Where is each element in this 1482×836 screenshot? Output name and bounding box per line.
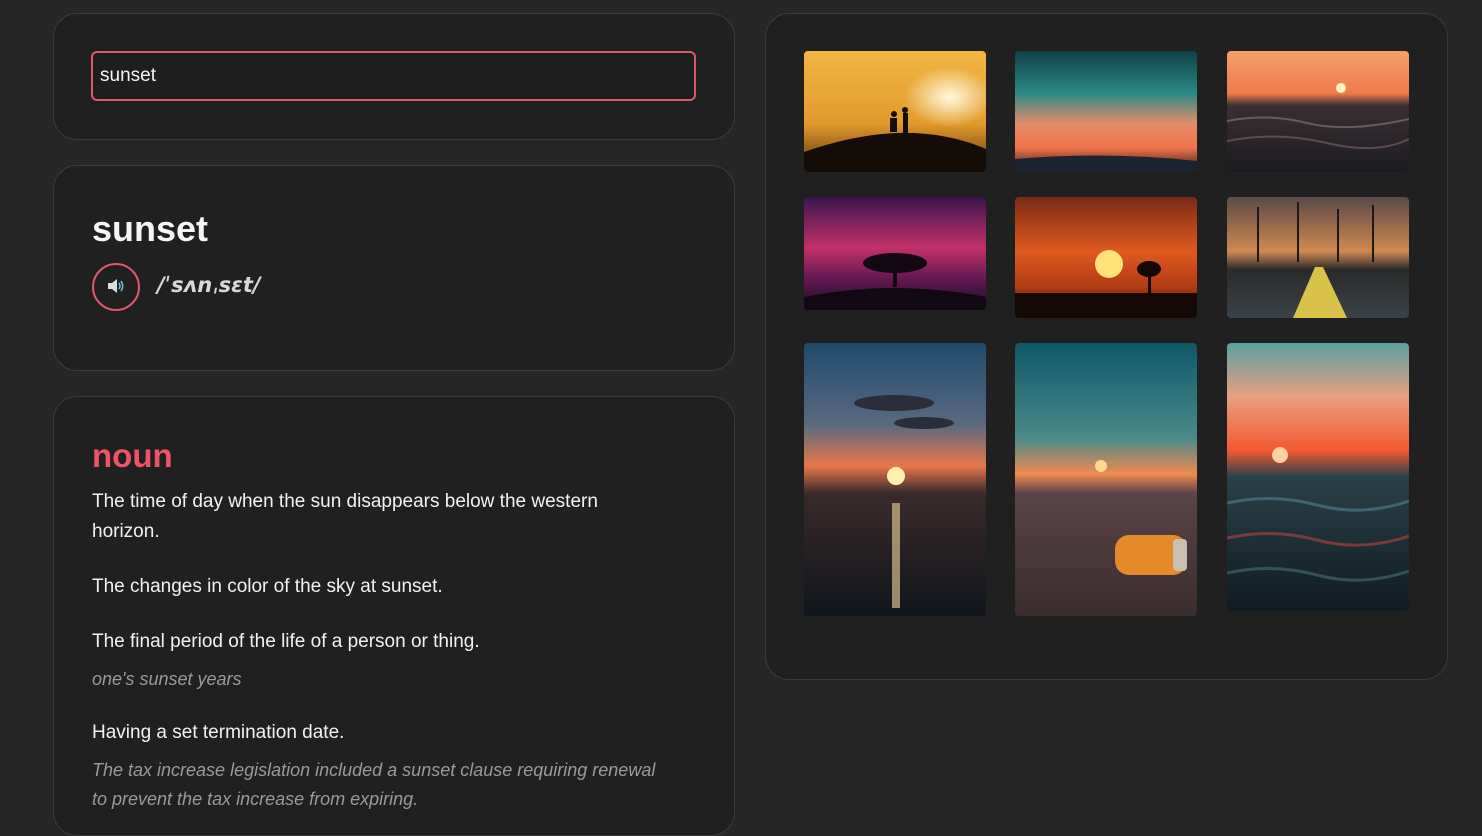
definition-item: Having a set termination date. The tax i… [92,718,662,814]
pronunciation-audio-button[interactable] [92,263,140,311]
definition-list: The time of day when the sun disappears … [92,487,662,814]
gallery-photo-ocean-waves[interactable] [1227,51,1409,172]
definition-example: The tax increase legislation included a … [92,760,656,809]
definition-text: The time of day when the sun disappears … [92,491,598,542]
search-card [53,13,735,140]
definition-text: Having a set termination date. [92,722,345,743]
definition-item: The changes in color of the sky at sunse… [92,572,662,602]
definition-item: The time of day when the sun disappears … [92,487,662,547]
gallery-photo-sea-reflection[interactable] [804,343,986,616]
gallery-photo-sun-lone-tree[interactable] [1015,197,1197,318]
gallery-photo-tree-red-sky[interactable] [804,197,986,310]
gallery-photo-jar-on-beach[interactable] [1015,343,1197,616]
gallery-photo-dark-waves[interactable] [1227,343,1409,611]
speaker-icon [105,275,127,300]
image-gallery [765,13,1448,680]
word-card: sunset /ˈsʌnˌsɛt/ [53,165,735,371]
gallery-photo-teal-sky[interactable] [1015,51,1197,172]
definition-item: The final period of the life of a person… [92,627,662,694]
definition-example: one's sunset years [92,669,242,689]
gallery-photo-couple-silhouette[interactable] [804,51,986,172]
definition-card: noun The time of day when the sun disapp… [53,396,735,836]
search-input[interactable] [91,51,696,101]
phonetic-transcription: /ˈsʌnˌsɛt/ [157,273,261,297]
definition-text: The final period of the life of a person… [92,631,480,652]
word-title: sunset [92,208,209,249]
definition-text: The changes in color of the sky at sunse… [92,576,443,597]
part-of-speech: noun [92,437,173,474]
gallery-photo-palm-road[interactable] [1227,197,1409,318]
